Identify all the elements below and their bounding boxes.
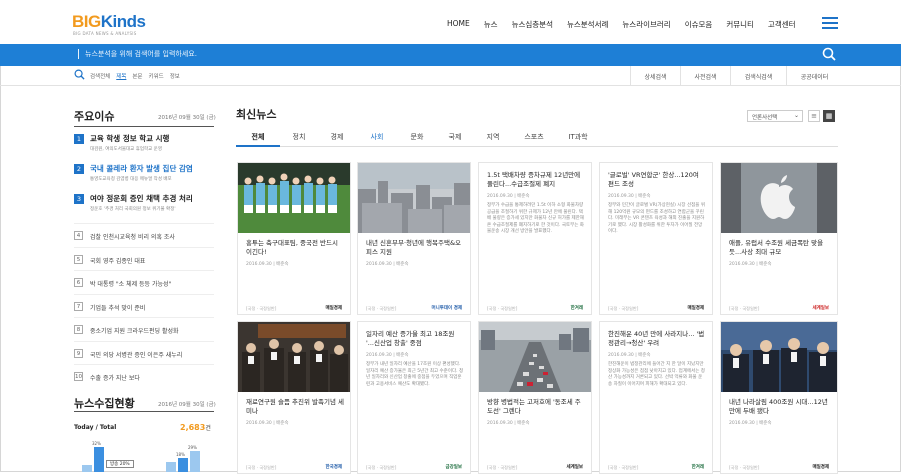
news-card[interactable]: '글로벌' VR연합군' 한상...120여 편드 조성 2016.09.30 … — [599, 162, 713, 315]
stats-box-label: 방송 20% — [106, 460, 134, 468]
query-search-button[interactable]: 검색식검색 — [730, 66, 786, 86]
search-input[interactable]: 뉴스분석을 위해 검색어를 입력하세요. — [78, 49, 197, 59]
soccer-team-photo — [238, 163, 350, 233]
option-body[interactable]: 본문 — [132, 72, 142, 80]
issues-divider — [74, 126, 214, 127]
issue-item[interactable]: 5 국회 영주 김종인 대표 — [74, 246, 214, 271]
news-card[interactable]: 재료연구원 슬픔 추진위 발족기념 세미나 2016.09.30 | 배준숙 [… — [237, 321, 351, 474]
grid-view-icon[interactable]: ▦ — [823, 110, 835, 122]
stats-bar — [94, 447, 104, 472]
city-apartments-photo — [358, 163, 470, 233]
issue-item[interactable]: 10 수출 증가 지난 보다 — [74, 364, 214, 388]
option-all[interactable]: 검색전체 — [90, 72, 110, 80]
dictionary-search-button[interactable]: 사전검색 — [680, 66, 730, 86]
nav-support[interactable]: 고객센터 — [768, 19, 796, 30]
chevron-down-icon: ⌄ — [793, 112, 799, 119]
stats-bar-chart: 32% 18% 29% 방송 20% — [74, 440, 214, 472]
nav-news[interactable]: 뉴스 — [484, 19, 498, 30]
nav-home[interactable]: HOME — [447, 19, 470, 30]
news-card[interactable]: 방향 병법적는 고저호에 '동조세 주도선' 그렌다 2016.09.30 | … — [478, 321, 592, 474]
issue-item[interactable]: 8 중소기업 지원 크라우드펀딩 활성화 — [74, 317, 214, 341]
news-card[interactable]: 애플, 유럽서 수조원 세금폭탄 맞을 듯...사상 최대 규모 2016.09… — [720, 162, 838, 315]
nav-issues[interactable]: 이슈모음 — [685, 19, 713, 30]
category-tabs: 전체 정치 경제 사회 문화 국제 지역 스포츠 IT과학 — [236, 129, 838, 147]
issue-list: 1 교육 학생 정보 학교 시행 대검원, 여의도서울대교 휴업학교 운영 2 … — [74, 133, 214, 388]
traffic-road-photo — [479, 322, 591, 392]
news-card[interactable]: 한진해운 40년 만에 사라지나... '법정관리→청산' 우려 2016.09… — [599, 321, 713, 474]
apple-logo-photo — [721, 163, 837, 233]
nav-library[interactable]: 뉴스라이브러리 — [622, 19, 670, 30]
tab-politics[interactable]: 정치 — [280, 129, 318, 147]
nav-analysis-cases[interactable]: 뉴스분석서례 — [567, 19, 608, 30]
search-icon[interactable] — [822, 47, 836, 61]
option-keyword[interactable]: 키워드 — [149, 72, 164, 80]
bigkinds-logo[interactable]: BIGKinds — [72, 12, 146, 32]
news-card[interactable]: 일자리 예산 증가율 최고 18조원 '...신산업 창출' 중점 2016.0… — [357, 321, 471, 474]
issues-title: 주요이슈 — [74, 110, 115, 123]
public-data-button[interactable]: 공공데이터 — [786, 66, 842, 86]
search-mode-buttons: 상세검색 사전검색 검색식검색 공공데이터 — [630, 66, 842, 86]
stats-bar — [82, 465, 92, 472]
nav-deep-analysis[interactable]: 뉴스심층분석 — [512, 19, 553, 30]
stats-bar-label: 32% — [92, 441, 101, 446]
option-info[interactable]: 정보 — [170, 72, 180, 80]
stats-label: Today / Total — [74, 424, 117, 431]
issue-item[interactable]: 7 기업들 추석 맞이 준비 — [74, 293, 214, 318]
issue-item[interactable]: 9 국민 의당 서병관 증인 이은주 새누리 — [74, 340, 214, 365]
search-scope-options: 검색전체 제목 본문 키워드 정보 — [90, 72, 186, 80]
option-title[interactable]: 제목 — [116, 72, 126, 80]
issues-date: 2016년 09월 30일 (금) — [158, 115, 216, 121]
news-card[interactable]: 홍투는 축구대표팀, 중국전 반드시 이긴다! 2016.09.30 | 배준숙… — [237, 162, 351, 315]
issue-item[interactable]: 3 여야 정운회 증인 채택 추경 처리 정운호 '추경 처리 국회의원 정보 … — [74, 193, 214, 215]
search-bar: 뉴스분석을 위해 검색어를 입력하세요. — [0, 44, 901, 66]
stats-bar — [178, 458, 188, 472]
issue-item[interactable]: 4 검찰 인천시교육청 비리 의혹 조사 — [74, 223, 214, 247]
tab-society[interactable]: 사회 — [356, 129, 398, 147]
tab-sports[interactable]: 스포츠 — [512, 129, 556, 147]
tab-economy[interactable]: 경제 — [318, 129, 356, 147]
global-nav: HOME 뉴스 뉴스심층분석 뉴스분석서례 뉴스라이브러리 이슈모음 커뮤니티 … — [447, 19, 810, 30]
global-header: BIGKinds BIG DATA NEWS & ANALYSIS HOME 뉴… — [0, 0, 901, 44]
press-select-dropdown[interactable]: 언론사선택 ⌄ — [747, 110, 803, 122]
seminar-photo — [238, 322, 350, 392]
news-card[interactable]: 내년 신혼부부·청년에 행복주택&오피스 지원 2016.09.30 | 배준숙… — [357, 162, 471, 315]
cabinet-meeting-photo — [721, 322, 837, 392]
logo-subtitle: BIG DATA NEWS & ANALYSIS — [73, 31, 137, 36]
stats-today-value: 2,683건 — [180, 423, 211, 432]
detail-search-button[interactable]: 상세검색 — [630, 66, 680, 86]
issue-item[interactable]: 2 국내 콜레라 환자 발생 집단 감염 통영도교육청 감염병 대응 메뉴얼 작… — [74, 163, 214, 185]
tab-all[interactable]: 전체 — [236, 129, 280, 147]
hamburger-menu-icon[interactable] — [822, 17, 838, 29]
tab-culture[interactable]: 문화 — [398, 129, 436, 147]
stats-bar-label: 18% — [176, 452, 185, 457]
tab-region[interactable]: 지역 — [474, 129, 512, 147]
news-card[interactable]: 내년 나라살림 400조원 시대...12년만에 두배 됐다 2016.09.3… — [720, 321, 838, 474]
stats-bar-label: 29% — [188, 445, 197, 450]
tab-international[interactable]: 국제 — [436, 129, 474, 147]
stats-divider — [74, 411, 214, 412]
tab-it-science[interactable]: IT과학 — [556, 129, 600, 147]
list-view-icon[interactable]: ≡ — [808, 110, 820, 122]
stats-bar — [166, 462, 176, 472]
issue-item[interactable]: 1 교육 학생 정보 학교 시행 대검원, 여의도서울대교 휴업학교 운영 — [74, 133, 214, 155]
latest-news-title: 최신뉴스 — [236, 108, 277, 121]
magnifier-icon — [74, 69, 85, 80]
stats-date: 2016년 09월 30일 (금) — [158, 402, 216, 408]
news-card[interactable]: 1.5t 택배차량 증차규제 12년만에 풀린다...수급조절제 폐지 2016… — [478, 162, 592, 315]
nav-community[interactable]: 커뮤니티 — [726, 19, 754, 30]
stats-bar — [190, 451, 200, 472]
issue-item[interactable]: 6박 대통령 "소 체제 등등 가능성" — [74, 270, 214, 294]
stats-title: 뉴스수집현황 — [74, 397, 135, 410]
